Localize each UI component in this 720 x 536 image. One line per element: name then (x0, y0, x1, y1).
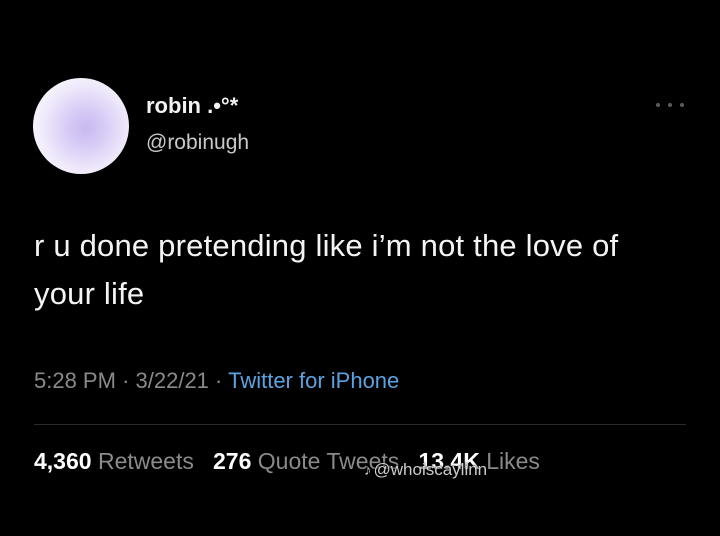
tiktok-icon: ♪ (364, 462, 372, 479)
more-horizontal-icon[interactable] (656, 100, 684, 110)
more-dot (656, 103, 660, 107)
quote-tweets-count: 276 (213, 448, 252, 474)
tweet-card: robin .•°* @robinugh r u done pretending… (0, 0, 720, 536)
tweet-time[interactable]: 5:28 PM (34, 368, 116, 393)
likes-label: Likes (486, 448, 540, 474)
retweets-count: 4,360 (34, 448, 92, 474)
meta-separator: · (215, 368, 223, 393)
more-dot (680, 103, 684, 107)
divider (34, 424, 686, 425)
display-name[interactable]: robin .•°* (146, 93, 238, 119)
tiktok-watermark: ♪ @whoiscaylinn (364, 460, 487, 480)
retweets-label: Retweets (97, 448, 194, 474)
user-handle[interactable]: @robinugh (146, 131, 249, 155)
meta-separator: · (122, 368, 130, 393)
more-dot (668, 103, 672, 107)
avatar[interactable] (33, 78, 129, 174)
tweet-source-link[interactable]: Twitter for iPhone (228, 368, 399, 393)
tweet-meta: 5:28 PM · 3/22/21 · Twitter for iPhone (34, 368, 399, 394)
retweets-stat[interactable]: 4,360 Retweets (34, 448, 194, 474)
tweet-date[interactable]: 3/22/21 (136, 368, 209, 393)
tweet-text: r u done pretending like i’m not the lov… (34, 228, 619, 311)
watermark-text: @whoiscaylinn (373, 460, 488, 479)
